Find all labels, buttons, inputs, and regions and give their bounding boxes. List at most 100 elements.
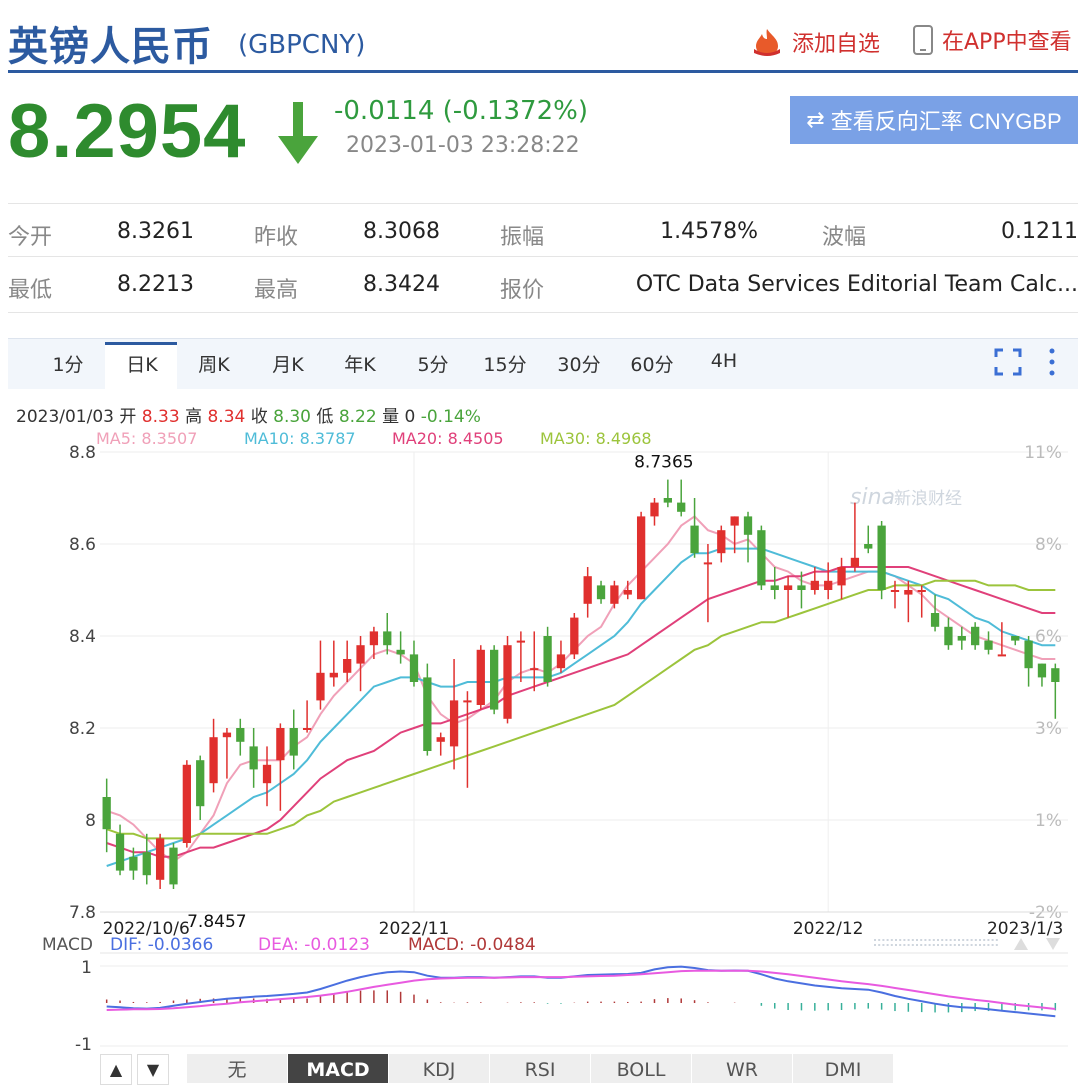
- candle-body: [984, 640, 993, 650]
- candle-body: [543, 636, 552, 682]
- indicator-tab-2[interactable]: KDJ: [389, 1054, 490, 1083]
- candle-body: [249, 746, 258, 770]
- indicator-tab-1[interactable]: MACD: [288, 1054, 389, 1083]
- candle-body: [503, 645, 512, 719]
- scroll-dot: [966, 944, 969, 946]
- pct-tick-label: 3%: [1035, 719, 1062, 739]
- ma-line-ma20: [106, 566, 1056, 858]
- indicator-tab-6[interactable]: DMI: [793, 1054, 894, 1083]
- candle-body: [490, 649, 499, 710]
- candle-body: [476, 649, 485, 705]
- candle-body: [904, 590, 913, 595]
- candle-body: [1011, 636, 1020, 641]
- scroll-dot: [995, 944, 998, 946]
- scroll-dot: [945, 939, 948, 941]
- candle-body: [717, 530, 726, 554]
- scroll-dot: [974, 939, 977, 941]
- indicator-tab-0[interactable]: 无: [187, 1054, 288, 1083]
- candle-body: [102, 797, 111, 830]
- scroll-dot: [895, 944, 897, 946]
- macd-legend: DIF: -0.0366: [110, 935, 213, 955]
- candle-body: [636, 516, 646, 600]
- scroll-dot: [882, 944, 885, 946]
- scroll-dot: [920, 939, 923, 941]
- candle-body: [783, 585, 793, 590]
- candle-body: [196, 760, 205, 807]
- scroll-dot: [962, 944, 965, 946]
- candle-body: [436, 737, 445, 742]
- candle-body: [864, 544, 873, 549]
- candle-body: [209, 737, 218, 784]
- scroll-dot: [916, 939, 918, 941]
- scroll-dot: [907, 939, 910, 941]
- candle-body: [449, 700, 459, 747]
- candle-body: [222, 732, 232, 738]
- scroll-dot: [937, 939, 939, 941]
- candle-body: [944, 626, 953, 646]
- candle-body: [703, 562, 713, 565]
- candle-body: [530, 668, 539, 671]
- candlestick-chart[interactable]: 8.8 11%8.6 8%8.4 6%8.2 3%8 1%7.8 -2%sina 新浪财经8.…: [0, 0, 1080, 1083]
- candle-body: [142, 852, 151, 876]
- candle-body: [957, 636, 966, 641]
- scroll-dot: [874, 939, 876, 941]
- candle-body: [302, 728, 312, 730]
- indicator-tab-3[interactable]: RSI: [490, 1054, 591, 1083]
- scroll-up-arrow-icon: [1014, 938, 1028, 950]
- watermark-text: 新浪财经: [894, 489, 962, 509]
- scroll-dot: [890, 944, 893, 946]
- scroll-dot: [983, 939, 986, 941]
- candle-body: [690, 525, 699, 554]
- scroll-dot: [958, 944, 960, 946]
- scroll-dot: [928, 939, 931, 941]
- indicator-tab-5[interactable]: WR: [692, 1054, 793, 1083]
- candle-body: [743, 516, 753, 535]
- candle-body: [463, 700, 472, 703]
- scroll-down-button[interactable]: ▼: [137, 1054, 169, 1085]
- candle-body: [1051, 668, 1060, 682]
- candle-body: [570, 617, 579, 655]
- scroll-dot: [911, 939, 914, 941]
- max-annotation: 8.7365: [634, 453, 693, 473]
- candle-body: [129, 856, 138, 871]
- y-tick-label: 8: [85, 811, 96, 831]
- scroll-dot: [966, 939, 969, 941]
- scroll-dot: [911, 944, 914, 946]
- candle-body: [610, 585, 619, 604]
- scroll-dot: [987, 944, 990, 946]
- candle-body: [583, 576, 592, 604]
- candle-body: [169, 847, 178, 885]
- candle-body: [596, 585, 606, 600]
- candle-body: [930, 613, 940, 627]
- scroll-dot: [924, 939, 927, 941]
- candle-body: [329, 672, 338, 678]
- candle-body: [850, 557, 860, 567]
- scroll-dot: [970, 944, 973, 946]
- candle-body: [770, 585, 779, 590]
- scroll-up-button[interactable]: ▲: [100, 1054, 132, 1085]
- candle-body: [409, 654, 419, 682]
- scroll-dot: [949, 944, 952, 946]
- candle-body: [890, 590, 900, 592]
- candle-body: [115, 833, 125, 871]
- scroll-dot: [886, 944, 889, 946]
- scroll-dot: [941, 944, 944, 946]
- scroll-dot: [903, 939, 906, 941]
- scroll-dot: [979, 944, 981, 946]
- scroll-dot: [924, 944, 927, 946]
- scroll-dot: [941, 939, 944, 941]
- scroll-dot: [882, 939, 885, 941]
- scroll-dot: [874, 944, 876, 946]
- scroll-dot: [903, 944, 906, 946]
- candle-body: [810, 580, 819, 590]
- candle-body: [516, 640, 526, 643]
- indicator-tab-4[interactable]: BOLL: [591, 1054, 692, 1083]
- macd-legend: MACD: [42, 935, 93, 955]
- min-annotation: 7.8457: [187, 912, 246, 932]
- candle-body: [369, 631, 379, 646]
- scroll-dot: [916, 944, 918, 946]
- scroll-dot: [928, 944, 931, 946]
- pct-tick-label: 11%: [1024, 443, 1062, 463]
- candle-body: [971, 626, 980, 646]
- candle-body: [997, 654, 1007, 657]
